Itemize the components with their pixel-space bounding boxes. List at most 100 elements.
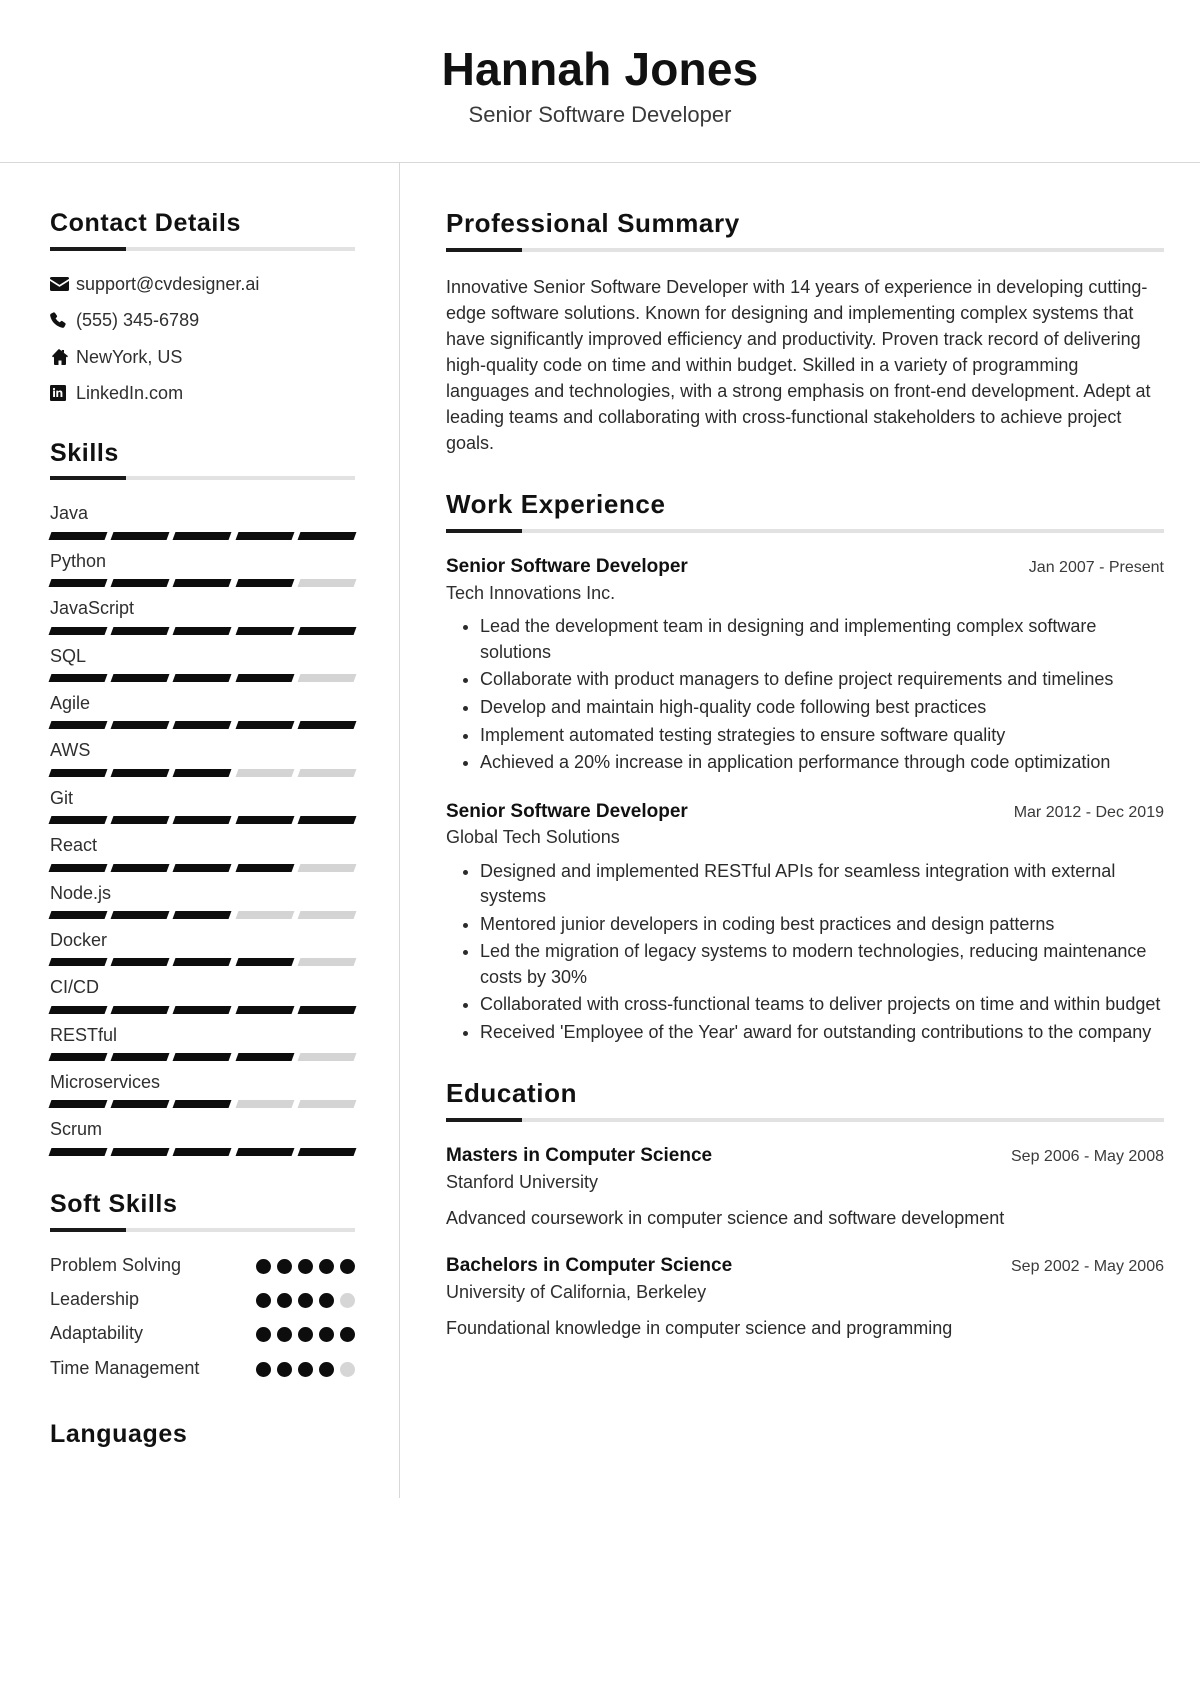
skill-name: RESTful <box>50 1024 118 1045</box>
skill-level-segment <box>110 531 170 540</box>
soft-skill-item: Problem Solving <box>50 1254 355 1277</box>
skill-level-segment <box>48 768 108 777</box>
skill-level-segment <box>297 863 357 872</box>
skill-level-segment <box>235 721 295 730</box>
skills-section: Skills Java Python JavaScript SQL Agile AWS Gi… <box>48 438 357 1156</box>
skill-level-segment <box>172 910 233 919</box>
skill-level-segment <box>48 958 108 967</box>
skill-level-segment <box>110 1053 170 1062</box>
skill-level-segment <box>172 1005 233 1014</box>
soft-skill-name: Adaptability <box>50 1323 144 1344</box>
skill-item: Agile <box>48 692 357 730</box>
skill-level-segment <box>297 579 357 588</box>
languages-section: Languages <box>50 1420 355 1449</box>
skill-level-segment <box>110 816 170 825</box>
main-column: Professional Summary Innovative Senior S… <box>400 163 1200 1498</box>
education-entry: Bachelors in Computer Science Sep 2002 - … <box>446 1254 1164 1342</box>
skill-level-segment <box>48 1005 108 1014</box>
skill-level-bar <box>48 958 357 967</box>
skill-item: Java <box>48 502 357 540</box>
skill-level-segment <box>172 863 233 872</box>
skill-item: Docker <box>48 929 357 967</box>
skill-item: JavaScript <box>48 597 357 635</box>
skill-level-segment <box>172 531 233 540</box>
section-rule <box>50 1227 355 1232</box>
job-role: Senior Software Developer <box>446 556 688 578</box>
resume-page: Hannah Jones Senior Software Developer C… <box>0 0 1200 1684</box>
job-bullet: Received 'Employee of the Year' award fo… <box>480 1020 1164 1046</box>
rating-dot <box>319 1293 334 1309</box>
skill-level-segment <box>297 626 357 635</box>
skill-level-segment <box>172 1100 233 1109</box>
education-date-range: Sep 2002 - May 2006 <box>1011 1257 1164 1275</box>
rating-dot <box>277 1293 292 1309</box>
skill-level-segment <box>297 1053 357 1062</box>
education-description: Foundational knowledge in computer scien… <box>446 1317 953 1338</box>
skill-level-segment <box>172 1053 233 1062</box>
skill-level-segment <box>235 1100 295 1109</box>
rating-dot <box>277 1361 292 1377</box>
section-rule <box>446 529 1164 534</box>
work-experience-entry: Senior Software Developer Jan 2007 - Pres… <box>446 555 1164 775</box>
skill-level-bar <box>48 721 357 730</box>
work-experience-entry: Senior Software Developer Mar 2012 - Dec … <box>446 800 1164 1046</box>
soft-skill-name: Problem Solving <box>50 1254 182 1275</box>
skill-level-segment <box>235 1147 295 1156</box>
skill-level-bar <box>48 863 357 872</box>
job-bullet: Achieved a 20% increase in application p… <box>480 750 1164 776</box>
skill-level-segment <box>297 768 357 777</box>
soft-skill-item: Time Management <box>50 1357 355 1380</box>
education-entry: Masters in Computer Science Sep 2006 - Ma… <box>446 1144 1164 1232</box>
rating-dot <box>298 1361 313 1377</box>
job-company: Tech Innovations Inc. <box>446 583 616 604</box>
skill-level-segment <box>172 1147 233 1156</box>
skill-level-segment <box>48 673 108 682</box>
entry-header: Masters in Computer Science Sep 2006 - Ma… <box>446 1144 1164 1169</box>
resume-body: Contact Details support@cvdesigner.ai (55… <box>0 162 1200 1498</box>
rating-dot <box>256 1361 271 1377</box>
contact-item[interactable]: (555) 345-6789 <box>50 309 355 332</box>
contact-item[interactable]: support@cvdesigner.ai <box>50 273 355 296</box>
rating-dot <box>298 1258 313 1274</box>
job-bullet: Led the migration of legacy systems to m… <box>480 939 1164 990</box>
education-school: Stanford University <box>446 1172 599 1192</box>
skill-item: React <box>48 834 357 872</box>
contact-item[interactable]: LinkedIn.com <box>50 382 355 405</box>
skill-level-segment <box>48 863 108 872</box>
skill-level-bar <box>48 910 357 919</box>
soft-skill-rating <box>256 1288 355 1309</box>
skill-level-bar <box>48 579 357 588</box>
resume-header: Hannah Jones Senior Software Developer <box>0 0 1200 163</box>
skill-level-segment <box>235 863 295 872</box>
skill-name: Git <box>50 787 74 808</box>
skill-item: Git <box>48 787 357 825</box>
skill-level-segment <box>297 673 357 682</box>
skill-level-segment <box>48 579 108 588</box>
skill-item: CI/CD <box>48 976 357 1014</box>
skill-level-bar <box>48 673 357 682</box>
skill-level-segment <box>235 910 295 919</box>
skill-level-segment <box>235 579 295 588</box>
skill-level-bar <box>48 1005 357 1014</box>
job-role: Senior Software Developer <box>446 800 688 822</box>
skill-level-segment <box>48 1147 108 1156</box>
rating-dot <box>319 1258 334 1274</box>
rating-dot <box>256 1327 271 1343</box>
skill-level-segment <box>297 721 357 730</box>
job-bullet: Develop and maintain high-quality code f… <box>480 695 1164 721</box>
full-name: Hannah Jones <box>441 43 759 95</box>
skill-level-segment <box>297 958 357 967</box>
rating-dot <box>340 1361 355 1377</box>
skill-item: Scrum <box>48 1118 357 1156</box>
education-degree: Bachelors in Computer Science <box>446 1254 733 1276</box>
skill-name: Java <box>50 503 89 524</box>
skill-level-segment <box>172 673 233 682</box>
skill-item: Node.js <box>48 882 357 919</box>
rating-dot <box>298 1293 313 1309</box>
job-bullet: Lead the development team in designing a… <box>480 614 1164 665</box>
skill-name: Microservices <box>50 1072 161 1093</box>
contact-item-text: LinkedIn.com <box>76 383 184 404</box>
languages-title: Languages <box>50 1420 188 1449</box>
skills-title: Skills <box>50 438 119 467</box>
contact-item[interactable]: NewYork, US <box>50 346 355 369</box>
